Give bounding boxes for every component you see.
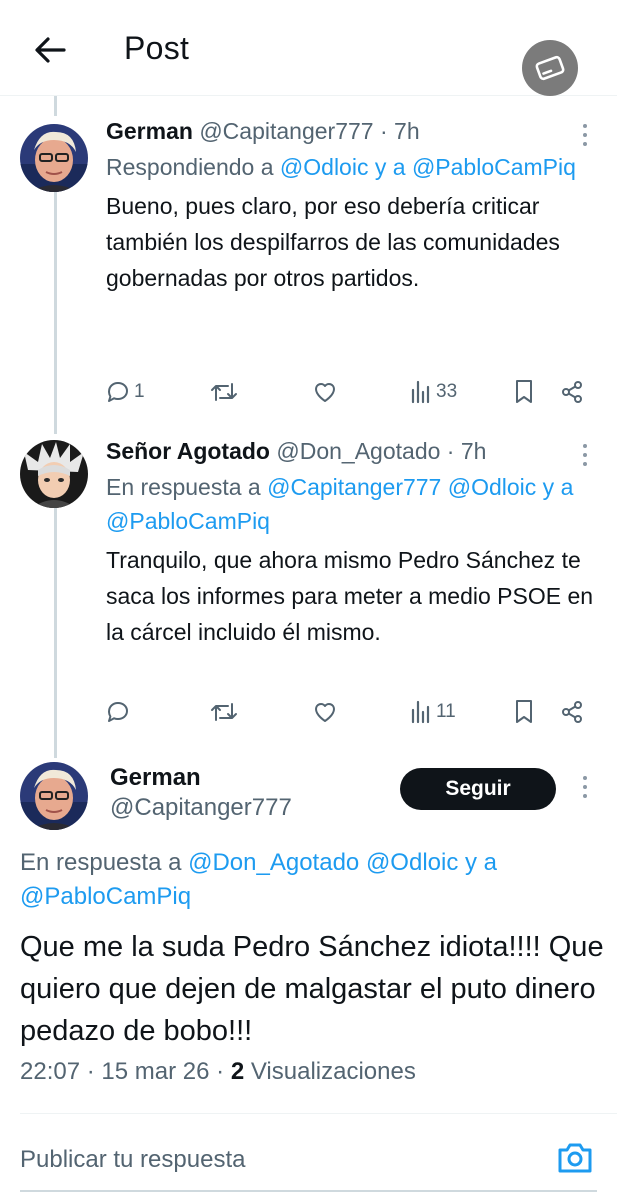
thread-line [54,96,57,116]
timestamp[interactable]: 7h [461,438,487,464]
avatar[interactable] [20,440,88,508]
reply-prefix: En respuesta a [106,474,268,500]
main-date[interactable]: 15 mar 26 [101,1058,209,1085]
timestamp[interactable]: 7h [394,118,420,144]
main-avatar[interactable] [20,762,88,830]
share-icon [560,380,584,404]
mention-link[interactable]: @Capitanger777 [267,474,441,500]
tweet-text: Bueno, pues claro, por eso debería criti… [106,193,560,291]
bookmark-icon [514,699,534,725]
retweet-icon [210,380,238,404]
reply-input-underline [20,1190,597,1192]
display-name[interactable]: German [106,118,193,144]
share-button[interactable] [560,694,584,730]
reply-icon [106,700,130,724]
like-button[interactable] [312,374,342,410]
tweet-header: German @Capitanger777 · 7h [106,116,597,146]
reply-prefix: Respondiendo a [106,154,280,180]
mention-link[interactable]: @Odloic [448,474,537,500]
more-icon[interactable] [581,444,589,470]
main-tweet-meta: 22:07 · 15 mar 26 · 2 Visualizaciones [20,1058,416,1086]
separator-dot: · [379,118,388,144]
mention-link[interactable]: @Odloic [366,849,458,876]
avatar[interactable] [20,124,88,192]
retweet-button[interactable] [210,694,242,730]
reply-context: Respondiendo a @Odloic y a @PabloCamPiq [106,150,597,184]
reply-icon [106,380,130,404]
reply-context: En respuesta a @Capitanger777 @Odloic y … [106,470,597,538]
page-title: Post [124,30,190,66]
tweet-actions: 11 [106,694,597,730]
views-label[interactable]: Visualizaciones [251,1058,416,1085]
reply-button[interactable]: 1 [106,374,145,410]
share-icon [560,700,584,724]
like-button[interactable] [312,694,342,730]
more-icon[interactable] [581,124,589,150]
mention-link[interactable]: @PabloCamPiq [412,154,576,180]
views-count: 11 [436,701,456,722]
main-user-handle[interactable]: @Capitanger777 [110,794,292,822]
like-icon [312,380,338,404]
views-icon [410,380,432,404]
user-handle[interactable]: @Don_Agotado [276,438,440,464]
separator-dot: · [86,1058,95,1085]
tweet-text: Tranquilo, que ahora mismo Pedro Sánchez… [106,547,594,645]
divider [20,1113,617,1114]
reply-prefix: En respuesta a [20,849,189,876]
tweet-2[interactable]: Señor Agotado @Don_Agotado · 7h En respu… [0,436,617,736]
top-bar: Post [0,0,617,96]
separator-dot: · [216,1058,225,1085]
mention-link[interactable]: @PabloCamPiq [106,508,270,534]
views-button[interactable]: 11 [410,694,456,730]
main-tweet-text: Que me la suda Pedro Sánchez idiota!!!! … [20,931,604,1047]
mention-link[interactable]: @PabloCamPiq [20,883,191,910]
follow-button[interactable]: Seguir [400,768,556,810]
tweet-actions: 1 33 [106,374,597,410]
reply-input[interactable]: Publicar tu respuesta [20,1140,580,1180]
main-display-name[interactable]: German [110,764,201,792]
display-name[interactable]: Señor Agotado [106,438,270,464]
main-time[interactable]: 22:07 [20,1058,80,1085]
separator-dot: · [446,438,455,464]
retweet-button[interactable] [210,374,242,410]
tweet-1[interactable]: German @Capitanger777 · 7h Respondiendo … [0,116,617,416]
views-count: 33 [436,381,458,402]
bookmark-icon [514,379,534,405]
bookmark-button[interactable] [514,374,534,410]
reply-button[interactable] [106,694,134,730]
mention-link[interactable]: @Odloic [280,154,369,180]
bookmark-button[interactable] [514,694,534,730]
camera-icon[interactable] [556,1140,594,1176]
back-arrow-icon[interactable] [30,30,70,70]
views-icon [410,700,432,724]
mention-link[interactable]: @Don_Agotado [188,849,359,876]
tweet-header: Señor Agotado @Don_Agotado · 7h [106,436,597,466]
card-icon[interactable] [522,40,578,96]
reply-joiner: y a [368,154,412,180]
user-handle[interactable]: @Capitanger777 [199,118,373,144]
views-count[interactable]: 2 [231,1058,244,1085]
retweet-icon [210,700,238,724]
reply-count: 1 [134,381,145,402]
reply-joiner: y a [458,849,498,876]
like-icon [312,700,338,724]
more-icon[interactable] [581,776,589,802]
main-reply-context: En respuesta a @Don_Agotado @Odloic y a … [20,846,590,914]
views-button[interactable]: 33 [410,374,457,410]
reply-joiner: y a [536,474,574,500]
share-button[interactable] [560,374,584,410]
